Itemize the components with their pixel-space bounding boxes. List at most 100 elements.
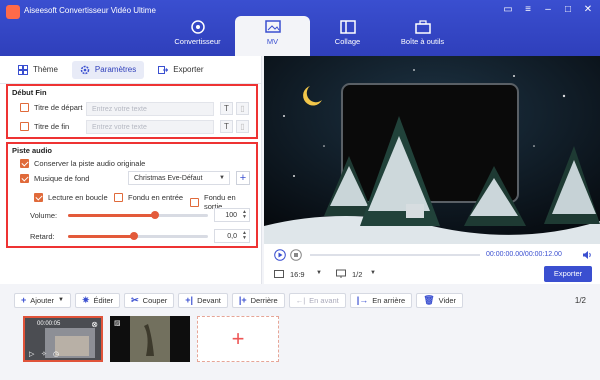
subtab-label: Exporter	[173, 65, 204, 74]
toolbox-icon	[414, 20, 431, 34]
add-music-button[interactable]: +	[236, 171, 250, 185]
page-value[interactable]: 1/2	[352, 270, 362, 279]
edit-button[interactable]: ✷ Éditer	[74, 292, 121, 308]
delay-slider[interactable]	[68, 232, 208, 240]
main-tabs: Convertisseur MV Collage Boîte à outils	[160, 16, 460, 56]
delay-spin-icon[interactable]: ▲ ▼	[242, 231, 247, 241]
aspect-ratio-icon	[274, 270, 284, 278]
keep-original-checkbox[interactable]	[20, 159, 29, 168]
volume-spin-icon[interactable]: ▲ ▼	[242, 210, 247, 220]
start-title-label: Titre de départ	[34, 103, 83, 112]
end-title-checkbox[interactable]	[20, 122, 29, 131]
start-title-checkbox[interactable]	[20, 103, 29, 112]
title-bar: Aiseesoft Convertisseur Vidéo Ultime ▭ ≡…	[0, 0, 600, 56]
minimize-icon[interactable]: –	[542, 4, 554, 16]
text-style-button[interactable]: T	[220, 102, 233, 115]
audio-section: Piste audio Conserver la piste audio ori…	[6, 142, 258, 248]
fade-in-checkbox[interactable]	[114, 193, 123, 202]
delay-input[interactable]: 0,0 ▲ ▼	[214, 229, 250, 243]
maximize-icon[interactable]: □	[562, 4, 574, 16]
export-icon	[158, 65, 169, 74]
tab-label: Convertisseur	[174, 37, 221, 46]
clip-thumbnail[interactable]: ▨	[110, 316, 190, 362]
subtab-label: Thème	[33, 65, 58, 74]
front-button[interactable]: +| Devant	[178, 292, 228, 308]
back-button[interactable]: |+ Derrière	[231, 292, 285, 308]
insert-front-icon: +|	[185, 295, 194, 305]
tab-mv[interactable]: MV	[235, 16, 310, 56]
tab-convertisseur[interactable]: Convertisseur	[160, 16, 235, 56]
grid-icon	[18, 64, 28, 75]
clear-button[interactable]: 🗑 Vider	[416, 292, 464, 308]
delay-fill	[68, 235, 134, 238]
close-icon[interactable]: ⊗	[91, 320, 98, 329]
export-button[interactable]: Exporter	[544, 266, 592, 282]
window-controls: ▭ ≡ – □ ✕	[502, 4, 594, 16]
volume-icon[interactable]	[582, 250, 592, 260]
forward-button[interactable]: ←| En avant	[288, 292, 346, 308]
delay-knob[interactable]	[129, 232, 138, 240]
christmas-scene-image	[264, 56, 600, 244]
end-title-row: Titre de fin	[20, 122, 69, 131]
monitor-icon	[336, 269, 346, 278]
delay-value: 0,0	[227, 233, 237, 240]
tab-toolbox[interactable]: Boîte à outils	[385, 16, 460, 56]
volume-knob[interactable]	[150, 211, 159, 219]
text-style-button[interactable]: T	[220, 120, 233, 133]
end-title-label: Titre de fin	[34, 122, 70, 131]
start-title-row: Titre de départ	[20, 103, 83, 112]
magic-wand-icon: ✷	[81, 294, 90, 305]
music-select[interactable]: Christmas Eve-Défaut	[128, 171, 230, 185]
bg-music-row: Musique de fond	[20, 174, 89, 183]
add-clip-button[interactable]: +	[197, 316, 279, 362]
clip-thumbnail[interactable]: 00:00:05 ⊗ ▷ ✧ ◷	[23, 316, 103, 362]
subtab-theme[interactable]: Thème	[10, 61, 66, 79]
subtab-label: Paramètres	[94, 65, 137, 74]
clock-icon[interactable]: ◷	[53, 350, 59, 358]
loop-checkbox[interactable]	[34, 193, 43, 202]
text-align-button[interactable]: ▯	[236, 120, 249, 133]
add-button[interactable]: + Ajouter ▼	[14, 292, 71, 308]
edit-label: Éditer	[93, 295, 114, 305]
feedback-icon[interactable]: ▭	[502, 4, 514, 16]
menu-icon[interactable]: ≡	[522, 4, 534, 16]
effects-icon[interactable]: ✧	[41, 350, 47, 358]
volume-input[interactable]: 100 ▲ ▼	[214, 208, 250, 222]
aspect-dropdown-icon[interactable]: ▼	[316, 270, 322, 276]
volume-value: 100	[225, 212, 237, 219]
plus-icon: +	[21, 295, 27, 305]
image-icon: ▨	[114, 320, 121, 327]
close-icon[interactable]: ✕	[582, 4, 594, 16]
subtab-parametres[interactable]: Paramètres	[71, 60, 145, 79]
subtab-exporter[interactable]: Exporter	[150, 61, 211, 79]
stop-icon[interactable]	[290, 249, 302, 261]
seek-bar[interactable]	[310, 254, 480, 256]
convert-icon	[190, 20, 205, 34]
tab-collage[interactable]: Collage	[310, 16, 385, 56]
end-title-input[interactable]: Entrez votre texte	[86, 120, 214, 134]
fade-in-row: Fondu en entrée	[114, 193, 183, 202]
start-title-input[interactable]: Entrez votre texte	[86, 102, 214, 116]
player-controls: 00:00:00.00/00:00:12.00 16:9 ▼ 1/2 ▼ Exp…	[264, 244, 600, 284]
tab-label: MV	[266, 37, 279, 46]
delay-label: Retard:	[30, 232, 55, 241]
cut-button[interactable]: ✂ Couper	[124, 292, 175, 308]
loop-label: Lecture en boucle	[48, 193, 108, 202]
add-label: Ajouter	[30, 295, 55, 305]
bg-music-checkbox[interactable]	[20, 174, 29, 183]
front-label: Devant	[197, 295, 221, 305]
trash-icon: 🗑	[423, 294, 435, 305]
volume-slider[interactable]	[68, 211, 208, 219]
bg-music-label: Musique de fond	[34, 174, 90, 183]
clear-label: Vider	[438, 295, 457, 305]
sub-tabs: Thème Paramètres Exporter	[0, 56, 261, 84]
fade-out-checkbox[interactable]	[190, 197, 199, 207]
play-icon[interactable]: ▷	[29, 350, 34, 358]
move-forward-icon: ←|	[295, 295, 306, 305]
insert-back-icon: |+	[238, 295, 247, 305]
play-icon[interactable]	[274, 249, 286, 261]
backward-button[interactable]: |→ En arrière	[349, 292, 413, 308]
text-align-button[interactable]: ▯	[236, 102, 249, 115]
aspect-ratio-value[interactable]: 16:9	[290, 270, 305, 279]
page-dropdown-icon[interactable]: ▼	[370, 270, 376, 276]
